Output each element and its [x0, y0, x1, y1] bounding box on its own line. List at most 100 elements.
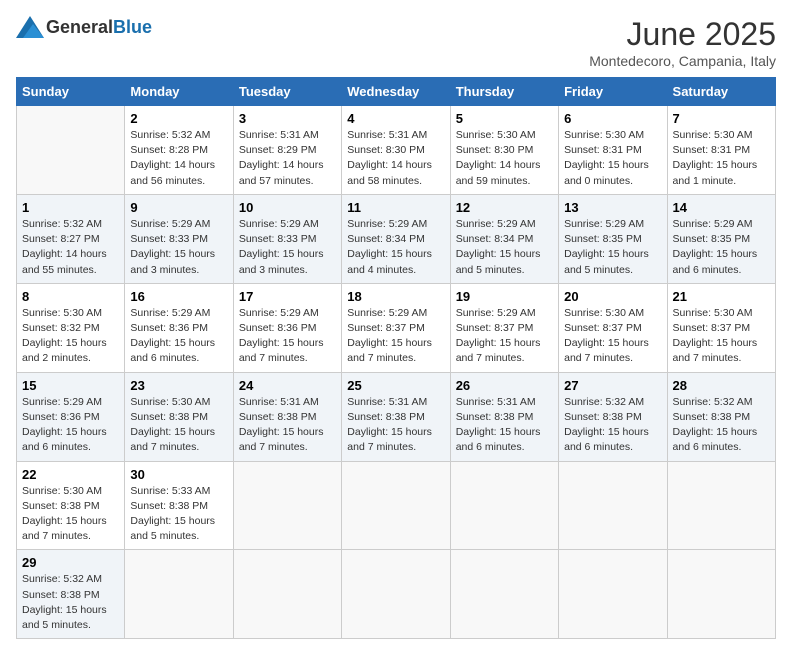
- day-info: Sunrise: 5:29 AM Sunset: 8:34 PM Dayligh…: [456, 217, 553, 278]
- calendar-cell: [667, 461, 775, 550]
- calendar-cell: 24 Sunrise: 5:31 AM Sunset: 8:38 PM Dayli…: [233, 372, 341, 461]
- day-number: 14: [673, 200, 770, 215]
- day-info: Sunrise: 5:29 AM Sunset: 8:34 PM Dayligh…: [347, 217, 444, 278]
- day-number: 19: [456, 289, 553, 304]
- calendar-cell: 26Sunrise: 5:31 AM Sunset: 8:38 PM Dayli…: [450, 372, 558, 461]
- day-number: 15: [22, 378, 119, 393]
- calendar-cell: [233, 550, 341, 639]
- calendar-cell: 7 Sunrise: 5:30 AM Sunset: 8:31 PM Daylig…: [667, 106, 775, 195]
- day-number: 22: [22, 467, 119, 482]
- calendar-cell: 29Sunrise: 5:32 AM Sunset: 8:38 PM Dayli…: [17, 550, 125, 639]
- calendar-week-row: 22 Sunrise: 5:30 AM Sunset: 8:38 PM Dayli…: [17, 461, 776, 550]
- calendar-cell: 20 Sunrise: 5:30 AM Sunset: 8:37 PM Dayli…: [559, 283, 667, 372]
- calendar-cell: 11 Sunrise: 5:29 AM Sunset: 8:34 PM Dayli…: [342, 194, 450, 283]
- weekday-header-cell: Friday: [559, 78, 667, 106]
- day-info: Sunrise: 5:30 AM Sunset: 8:30 PM Dayligh…: [456, 128, 553, 189]
- calendar-cell: 27 Sunrise: 5:32 AM Sunset: 8:38 PM Dayli…: [559, 372, 667, 461]
- day-number: 24: [239, 378, 336, 393]
- calendar-cell: 18 Sunrise: 5:29 AM Sunset: 8:37 PM Dayli…: [342, 283, 450, 372]
- day-info: Sunrise: 5:32 AM Sunset: 8:38 PM Dayligh…: [564, 395, 661, 456]
- weekday-header-cell: Thursday: [450, 78, 558, 106]
- day-info: Sunrise: 5:32 AM Sunset: 8:38 PM Dayligh…: [673, 395, 770, 456]
- day-number: 23: [130, 378, 227, 393]
- weekday-header-cell: Monday: [125, 78, 233, 106]
- day-number: 20: [564, 289, 661, 304]
- weekday-header-cell: Saturday: [667, 78, 775, 106]
- day-number: 28: [673, 378, 770, 393]
- day-info: Sunrise: 5:32 AM Sunset: 8:38 PM Dayligh…: [22, 572, 119, 633]
- calendar-body: 2Sunrise: 5:32 AM Sunset: 8:28 PM Daylig…: [17, 106, 776, 639]
- day-info: Sunrise: 5:29 AM Sunset: 8:33 PM Dayligh…: [239, 217, 336, 278]
- day-number: 7: [673, 111, 770, 126]
- day-info: Sunrise: 5:33 AM Sunset: 8:38 PM Dayligh…: [130, 484, 227, 545]
- day-number: 8: [22, 289, 119, 304]
- day-number: 4: [347, 111, 444, 126]
- calendar-week-row: 8 Sunrise: 5:30 AM Sunset: 8:32 PM Daylig…: [17, 283, 776, 372]
- day-number: 18: [347, 289, 444, 304]
- calendar-cell: [559, 550, 667, 639]
- calendar-table: SundayMondayTuesdayWednesdayThursdayFrid…: [16, 77, 776, 639]
- calendar-cell: 28 Sunrise: 5:32 AM Sunset: 8:38 PM Dayli…: [667, 372, 775, 461]
- day-number: 30: [130, 467, 227, 482]
- day-info: Sunrise: 5:29 AM Sunset: 8:33 PM Dayligh…: [130, 217, 227, 278]
- calendar-cell: 25 Sunrise: 5:31 AM Sunset: 8:38 PM Dayli…: [342, 372, 450, 461]
- day-number: 6: [564, 111, 661, 126]
- day-info: Sunrise: 5:29 AM Sunset: 8:36 PM Dayligh…: [22, 395, 119, 456]
- calendar-cell: 19 Sunrise: 5:29 AM Sunset: 8:37 PM Dayli…: [450, 283, 558, 372]
- day-number: 21: [673, 289, 770, 304]
- day-info: Sunrise: 5:29 AM Sunset: 8:37 PM Dayligh…: [347, 306, 444, 367]
- day-info: Sunrise: 5:30 AM Sunset: 8:38 PM Dayligh…: [22, 484, 119, 545]
- day-info: Sunrise: 5:31 AM Sunset: 8:38 PM Dayligh…: [239, 395, 336, 456]
- day-info: Sunrise: 5:30 AM Sunset: 8:31 PM Dayligh…: [564, 128, 661, 189]
- logo-icon: [16, 16, 44, 38]
- day-number: 10: [239, 200, 336, 215]
- calendar-cell: 12 Sunrise: 5:29 AM Sunset: 8:34 PM Dayli…: [450, 194, 558, 283]
- calendar-cell: 9Sunrise: 5:29 AM Sunset: 8:33 PM Daylig…: [125, 194, 233, 283]
- calendar-cell: 3Sunrise: 5:31 AM Sunset: 8:29 PM Daylig…: [233, 106, 341, 195]
- calendar-cell: [17, 106, 125, 195]
- day-info: Sunrise: 5:30 AM Sunset: 8:32 PM Dayligh…: [22, 306, 119, 367]
- calendar-week-row: 2Sunrise: 5:32 AM Sunset: 8:28 PM Daylig…: [17, 106, 776, 195]
- day-info: Sunrise: 5:30 AM Sunset: 8:37 PM Dayligh…: [673, 306, 770, 367]
- day-number: 11: [347, 200, 444, 215]
- calendar-cell: [450, 550, 558, 639]
- calendar-cell: [342, 461, 450, 550]
- calendar-cell: 21 Sunrise: 5:30 AM Sunset: 8:37 PM Dayli…: [667, 283, 775, 372]
- day-number: 27: [564, 378, 661, 393]
- day-number: 5: [456, 111, 553, 126]
- day-number: 25: [347, 378, 444, 393]
- day-info: Sunrise: 5:32 AM Sunset: 8:27 PM Dayligh…: [22, 217, 119, 278]
- day-info: Sunrise: 5:29 AM Sunset: 8:37 PM Dayligh…: [456, 306, 553, 367]
- page-header: GeneralBlue June 2025 Montedecoro, Campa…: [16, 16, 776, 69]
- calendar-cell: 22 Sunrise: 5:30 AM Sunset: 8:38 PM Dayli…: [17, 461, 125, 550]
- calendar-cell: [450, 461, 558, 550]
- calendar-cell: 15 Sunrise: 5:29 AM Sunset: 8:36 PM Dayli…: [17, 372, 125, 461]
- calendar-cell: 5 Sunrise: 5:30 AM Sunset: 8:30 PM Daylig…: [450, 106, 558, 195]
- day-number: 16: [130, 289, 227, 304]
- day-info: Sunrise: 5:30 AM Sunset: 8:38 PM Dayligh…: [130, 395, 227, 456]
- day-info: Sunrise: 5:31 AM Sunset: 8:29 PM Dayligh…: [239, 128, 336, 189]
- calendar-cell: 14 Sunrise: 5:29 AM Sunset: 8:35 PM Dayli…: [667, 194, 775, 283]
- day-info: Sunrise: 5:31 AM Sunset: 8:38 PM Dayligh…: [347, 395, 444, 456]
- calendar-week-row: 15 Sunrise: 5:29 AM Sunset: 8:36 PM Dayli…: [17, 372, 776, 461]
- day-info: Sunrise: 5:29 AM Sunset: 8:36 PM Dayligh…: [130, 306, 227, 367]
- calendar-cell: 8 Sunrise: 5:30 AM Sunset: 8:32 PM Daylig…: [17, 283, 125, 372]
- calendar-cell: [667, 550, 775, 639]
- day-info: Sunrise: 5:30 AM Sunset: 8:31 PM Dayligh…: [673, 128, 770, 189]
- calendar-cell: 4Sunrise: 5:31 AM Sunset: 8:30 PM Daylig…: [342, 106, 450, 195]
- calendar-cell: 2Sunrise: 5:32 AM Sunset: 8:28 PM Daylig…: [125, 106, 233, 195]
- day-number: 12: [456, 200, 553, 215]
- calendar-cell: 17Sunrise: 5:29 AM Sunset: 8:36 PM Dayli…: [233, 283, 341, 372]
- day-info: Sunrise: 5:30 AM Sunset: 8:37 PM Dayligh…: [564, 306, 661, 367]
- weekday-header-cell: Wednesday: [342, 78, 450, 106]
- day-info: Sunrise: 5:29 AM Sunset: 8:35 PM Dayligh…: [564, 217, 661, 278]
- day-number: 1: [22, 200, 119, 215]
- day-info: Sunrise: 5:29 AM Sunset: 8:35 PM Dayligh…: [673, 217, 770, 278]
- day-number: 2: [130, 111, 227, 126]
- location-subtitle: Montedecoro, Campania, Italy: [589, 53, 776, 69]
- month-title: June 2025: [589, 16, 776, 53]
- calendar-cell: 16 Sunrise: 5:29 AM Sunset: 8:36 PM Dayli…: [125, 283, 233, 372]
- logo-text-general: General: [46, 17, 113, 37]
- calendar-cell: 10 Sunrise: 5:29 AM Sunset: 8:33 PM Dayli…: [233, 194, 341, 283]
- day-number: 26: [456, 378, 553, 393]
